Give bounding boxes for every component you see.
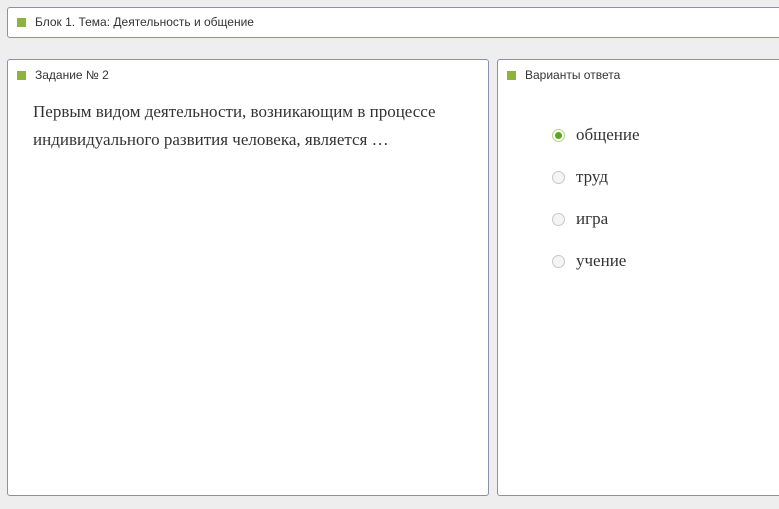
- square-bullet-icon: [507, 70, 516, 80]
- answer-option-label[interactable]: общение: [576, 125, 640, 145]
- answer-option-label[interactable]: труд: [576, 167, 608, 187]
- answer-options-list: общение труд игра учение: [552, 114, 640, 282]
- radio-button-selected[interactable]: [552, 128, 565, 142]
- task-title: Задание № 2: [35, 68, 109, 82]
- answer-option-label[interactable]: игра: [576, 209, 608, 229]
- square-bullet-icon: [17, 17, 26, 27]
- block-header: Блок 1. Тема: Деятельность и общение: [7, 7, 779, 38]
- answer-option[interactable]: учение: [552, 240, 640, 282]
- answers-title-row: Варианты ответа: [507, 68, 620, 82]
- answer-option[interactable]: труд: [552, 156, 640, 198]
- answer-option[interactable]: общение: [552, 114, 640, 156]
- radio-button[interactable]: [552, 212, 565, 226]
- radio-button[interactable]: [552, 170, 565, 184]
- block-title: Блок 1. Тема: Деятельность и общение: [35, 15, 254, 29]
- question-text: Первым видом деятельности, возникающим в…: [33, 102, 436, 149]
- task-panel: Задание № 2 Первым видом деятельности, в…: [7, 59, 489, 496]
- answer-option-label[interactable]: учение: [576, 251, 626, 271]
- block-header-title-row: Блок 1. Тема: Деятельность и общение: [17, 15, 254, 29]
- answers-title: Варианты ответа: [525, 68, 621, 82]
- answers-panel: Варианты ответа общение труд игра учение: [497, 59, 779, 496]
- task-title-row: Задание № 2: [17, 68, 109, 82]
- square-bullet-icon: [17, 70, 26, 80]
- answer-option[interactable]: игра: [552, 198, 640, 240]
- radio-button[interactable]: [552, 254, 565, 268]
